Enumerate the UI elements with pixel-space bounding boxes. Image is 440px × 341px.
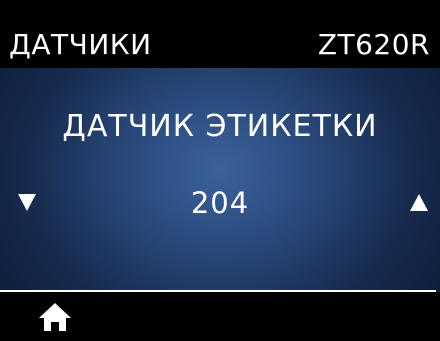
menu-title: ДАТЧИКИ [9,28,152,61]
printer-model: ZT620R [317,28,430,61]
setting-value: 204 [190,186,250,220]
footer-bar [0,292,440,341]
home-icon[interactable] [38,301,72,333]
header-bar: ДАТЧИКИ ZT620R [0,0,440,68]
triangle-up-icon[interactable] [410,194,428,211]
setting-name: ДАТЧИК ЭТИКЕТКИ [62,109,378,144]
printer-display: ДАТЧИКИ ZT620R ДАТЧИК ЭТИКЕТКИ 204 [0,0,440,341]
value-selector: 204 [0,184,440,224]
